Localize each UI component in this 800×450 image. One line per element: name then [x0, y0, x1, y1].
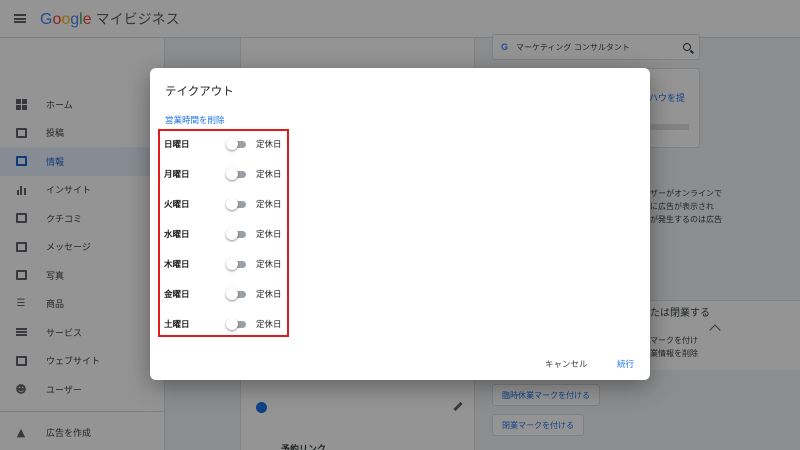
remove-hours-link[interactable]: 営業時間を削除: [165, 114, 225, 126]
closed-label: 定休日: [256, 140, 282, 150]
day-row: 日曜日 定休日: [164, 137, 284, 151]
day-row: 火曜日 定休日: [164, 197, 284, 211]
open-toggle[interactable]: [226, 167, 248, 181]
day-label: 木曜日: [164, 260, 190, 270]
day-row: 木曜日 定休日: [164, 257, 284, 271]
day-label: 土曜日: [164, 320, 190, 330]
day-label: 月曜日: [164, 170, 190, 180]
day-label: 金曜日: [164, 290, 190, 300]
day-label: 水曜日: [164, 230, 190, 240]
open-toggle[interactable]: [226, 137, 248, 151]
closed-label: 定休日: [256, 320, 282, 330]
closed-label: 定休日: [256, 230, 282, 240]
takeout-hours-dialog: テイクアウト 営業時間を削除 日曜日 定休日 月曜日 定休日 火曜日 定休日 水曜日 定休日木…: [150, 68, 650, 380]
open-toggle[interactable]: [226, 317, 248, 331]
closed-label: 定休日: [256, 290, 282, 300]
closed-label: 定休日: [256, 170, 282, 180]
day-label: 火曜日: [164, 200, 190, 210]
open-toggle[interactable]: [226, 227, 248, 241]
closed-label: 定休日: [256, 260, 282, 270]
day-row: 水曜日 定休日: [164, 227, 284, 241]
open-toggle[interactable]: [226, 257, 248, 271]
day-row: 土曜日 定休日: [164, 317, 284, 331]
continue-button[interactable]: 続行: [617, 358, 634, 370]
cancel-button[interactable]: キャンセル: [545, 358, 588, 370]
day-row: 金曜日 定休日: [164, 287, 284, 301]
dialog-title: テイクアウト: [165, 84, 234, 98]
closed-label: 定休日: [256, 200, 282, 210]
day-row: 月曜日 定休日: [164, 167, 284, 181]
day-label: 日曜日: [164, 140, 190, 150]
open-toggle[interactable]: [226, 197, 248, 211]
open-toggle[interactable]: [226, 287, 248, 301]
